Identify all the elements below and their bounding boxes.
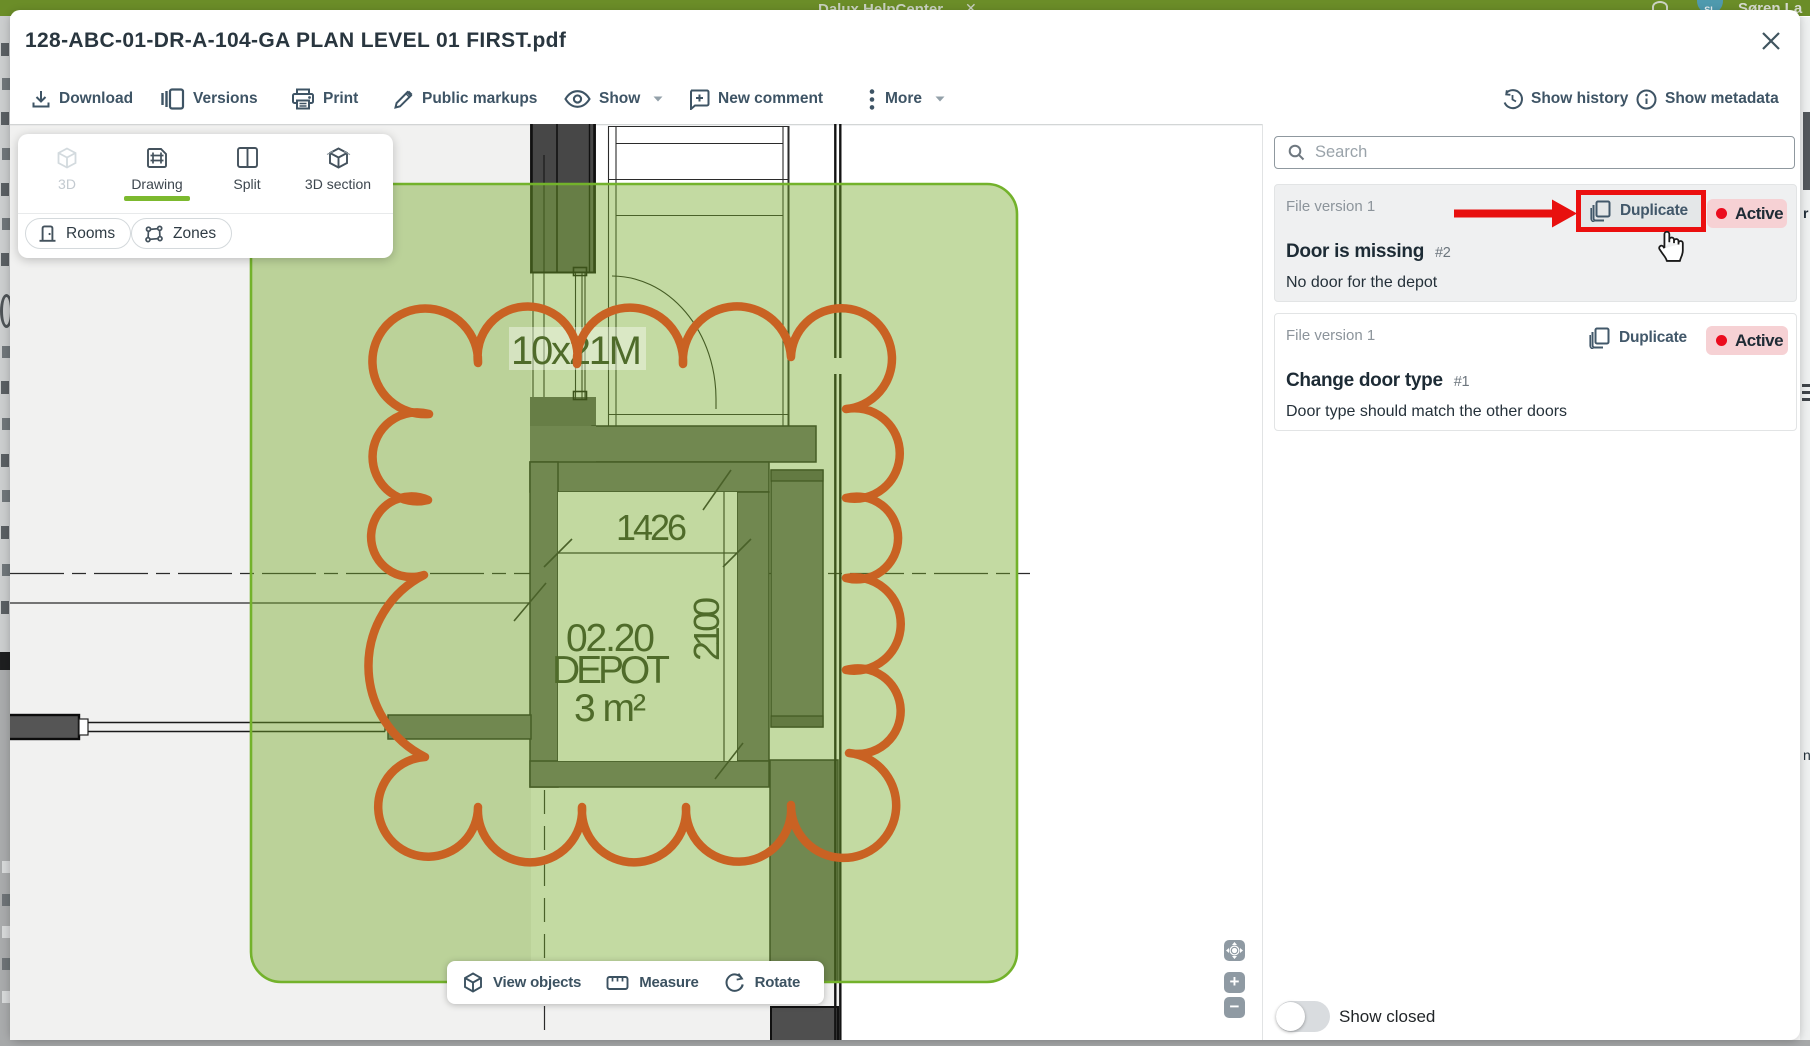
svg-text:1426: 1426 — [616, 507, 687, 548]
svg-text:2100: 2100 — [686, 597, 727, 661]
svg-text:3 m²: 3 m² — [574, 687, 646, 730]
svg-text:DEPOT: DEPOT — [552, 649, 670, 692]
